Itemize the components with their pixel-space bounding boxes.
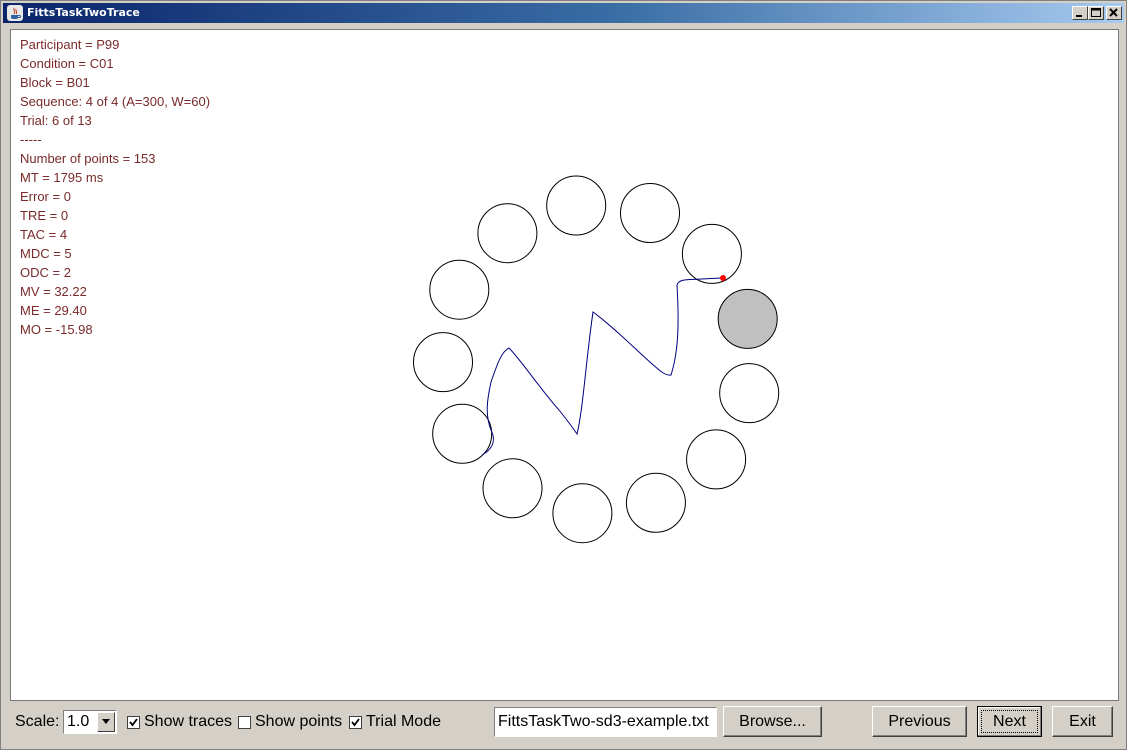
chevron-down-icon[interactable] (97, 712, 115, 732)
maximize-button[interactable] (1088, 6, 1104, 20)
target-circle (719, 363, 780, 424)
target-circle (546, 175, 607, 236)
minimize-button[interactable] (1072, 6, 1088, 20)
control-bar: Scale: 1.0 Show traces Show points Trial… (1, 703, 1127, 749)
browse-button[interactable]: Browse... (723, 706, 822, 737)
target-circle (482, 458, 543, 519)
scale-label: Scale: (15, 713, 60, 730)
app-window: FittsTaskTwoTrace Participant = P99 Condi… (0, 0, 1127, 750)
file-name-field[interactable] (494, 707, 717, 737)
trace-canvas: Participant = P99 Condition = C01 Block = … (10, 29, 1119, 701)
target-circle (686, 429, 747, 490)
target-circle (477, 203, 538, 264)
scale-dropdown[interactable]: 1.0 (63, 710, 117, 734)
cursor-trace-path (481, 277, 723, 456)
title-bar[interactable]: FittsTaskTwoTrace (3, 3, 1124, 23)
selection-point (720, 275, 726, 281)
target-circle-active (717, 288, 778, 349)
show-traces-checkbox[interactable] (127, 716, 140, 729)
target-circle (413, 332, 473, 393)
show-points-checkbox[interactable] (238, 716, 251, 729)
window-title: FittsTaskTwoTrace (27, 6, 140, 19)
target-circle (429, 259, 490, 320)
target-circle (620, 183, 680, 243)
show-points-label[interactable]: Show points (255, 713, 342, 731)
next-button[interactable]: Next (977, 706, 1042, 737)
previous-button[interactable]: Previous (872, 706, 967, 737)
close-button[interactable] (1106, 6, 1122, 20)
trial-mode-label[interactable]: Trial Mode (366, 713, 441, 731)
target-ring-plot (413, 175, 780, 544)
trial-mode-checkbox[interactable] (349, 716, 362, 729)
target-circle (681, 223, 742, 284)
target-circle (552, 483, 613, 544)
show-traces-label[interactable]: Show traces (144, 713, 232, 731)
target-circle (625, 472, 686, 533)
exit-button[interactable]: Exit (1052, 706, 1113, 737)
scale-value: 1.0 (67, 713, 90, 730)
java-app-icon (7, 5, 23, 21)
